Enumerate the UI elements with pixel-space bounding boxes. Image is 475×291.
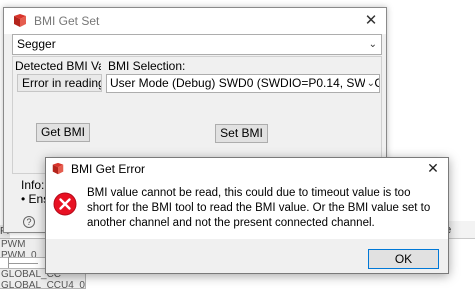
close-icon: ✕: [364, 12, 378, 29]
bmi-get-error-dialog: BMI Get Error ✕ BMI value cannot be read…: [45, 157, 449, 274]
set-bmi-button[interactable]: Set BMI: [215, 124, 268, 143]
dialog-close-button[interactable]: ✕: [418, 158, 448, 179]
bmi-selection-value: User Mode (Debug) SWD0 (SWDIO=P0.14, SWD…: [110, 76, 379, 90]
ok-button[interactable]: OK: [368, 249, 439, 269]
chevron-down-icon: ⌄: [368, 39, 377, 50]
window-title: BMI Get Set: [34, 14, 100, 28]
close-button[interactable]: ✕: [356, 8, 386, 34]
get-bmi-button[interactable]: Get BMI: [36, 123, 90, 142]
bmi-selection-label: BMI Selection:: [108, 59, 186, 73]
node-connector: [8, 263, 38, 264]
bmi-selection-select[interactable]: User Mode (Debug) SWD0 (SWDIO=P0.14, SWD…: [106, 74, 380, 93]
dialog-title: BMI Get Error: [71, 161, 146, 176]
detected-bmi-label: Detected BMI Val: [15, 59, 101, 73]
global-ccu-node-instance: GLOBAL_CCU4_0: [1, 280, 85, 289]
close-icon: ✕: [427, 160, 439, 176]
debugger-select[interactable]: Segger ⌄: [12, 34, 382, 55]
error-message: BMI value cannot be read, this could due…: [87, 187, 431, 229]
detected-bmi-value: Error in reading: [17, 74, 102, 92]
chevron-down-icon: ⌄: [364, 75, 375, 92]
app-logo-icon: [52, 162, 64, 174]
debugger-select-value: Segger: [17, 37, 56, 51]
info-label: Info:: [21, 178, 45, 192]
title-bar[interactable]: BMI Get Set ✕: [4, 8, 386, 34]
message-area: BMI value cannot be read, this could due…: [46, 179, 448, 239]
dialog-title-bar[interactable]: BMI Get Error ✕: [46, 158, 448, 179]
error-icon: [53, 192, 77, 216]
app-logo-icon: [14, 14, 26, 27]
help-icon[interactable]: ?: [23, 216, 35, 228]
